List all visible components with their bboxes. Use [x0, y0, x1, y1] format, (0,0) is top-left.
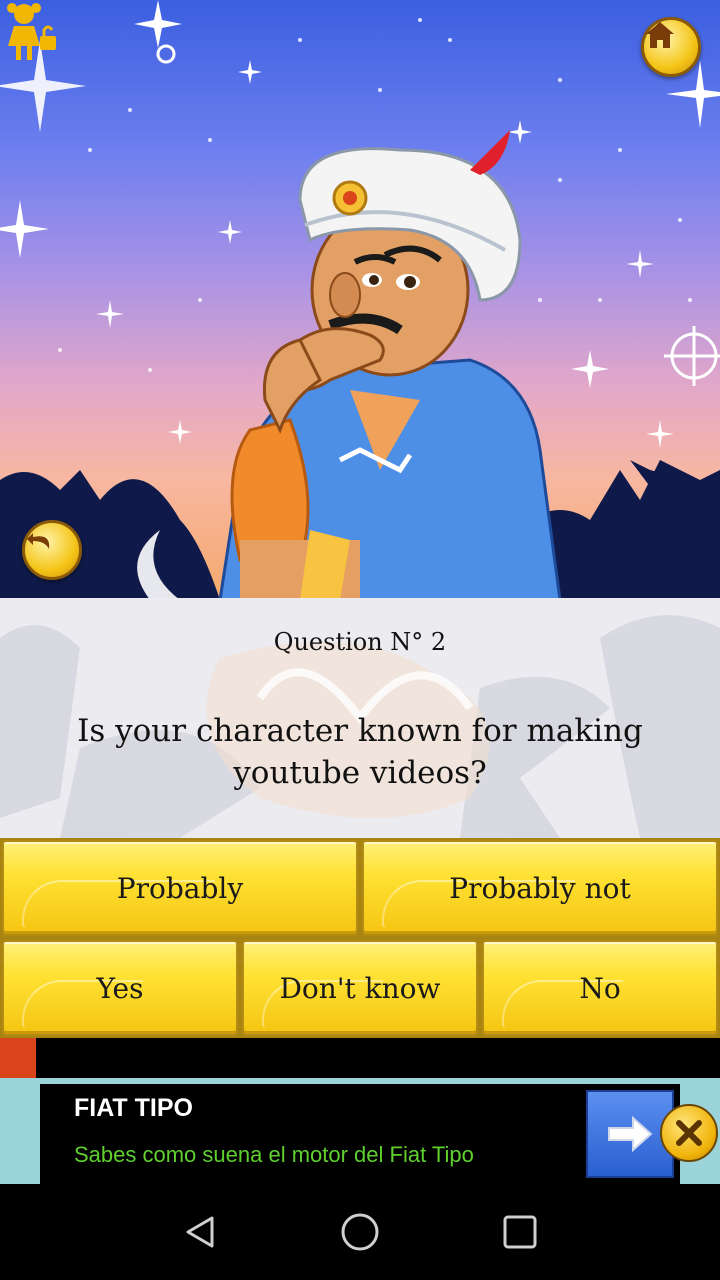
- probably-button[interactable]: Probably: [2, 840, 358, 936]
- nav-home-button[interactable]: [340, 1212, 380, 1252]
- question-text: Is your character known for making youtu…: [77, 713, 643, 791]
- dont-know-button[interactable]: Don't know: [242, 940, 478, 1036]
- square-recents-icon: [503, 1215, 537, 1249]
- nav-recents-button[interactable]: [500, 1212, 540, 1252]
- home-icon: [646, 22, 674, 48]
- undo-arrow-icon: [27, 533, 50, 549]
- back-button[interactable]: [22, 520, 82, 580]
- ad-title[interactable]: FIAT TIPO: [74, 1094, 193, 1123]
- divider-strip: [0, 1038, 720, 1078]
- answer-buttons: Probably Probably not Yes Don't know No: [0, 838, 720, 1038]
- yes-button[interactable]: Yes: [2, 940, 238, 1036]
- profile-button[interactable]: [0, 0, 64, 64]
- circle-home-icon: [341, 1213, 379, 1251]
- progress-marker: [0, 1038, 36, 1078]
- triangle-back-icon: [186, 1216, 214, 1248]
- home-button[interactable]: [641, 17, 701, 77]
- arrow-right-icon: [608, 1115, 653, 1153]
- girl-profile-lock-icon: [7, 3, 56, 60]
- yes-label: Yes: [96, 971, 144, 1005]
- probably-not-button[interactable]: Probably not: [362, 840, 718, 936]
- close-x-icon: [676, 1120, 702, 1146]
- ad-close-button[interactable]: [660, 1104, 718, 1162]
- genie-scene: [0, 0, 720, 600]
- no-label: No: [579, 971, 621, 1005]
- genie-illustration: [0, 0, 720, 600]
- question-number: Question N° 2: [273, 628, 447, 656]
- dont-know-label: Don't know: [279, 971, 441, 1005]
- no-button[interactable]: No: [482, 940, 718, 1036]
- nav-back-button[interactable]: [180, 1212, 220, 1252]
- ad-subtitle[interactable]: Sabes como suena el motor del Fiat Tipo: [74, 1142, 474, 1168]
- probably-not-label: Probably not: [449, 871, 631, 905]
- probably-label: Probably: [116, 871, 244, 905]
